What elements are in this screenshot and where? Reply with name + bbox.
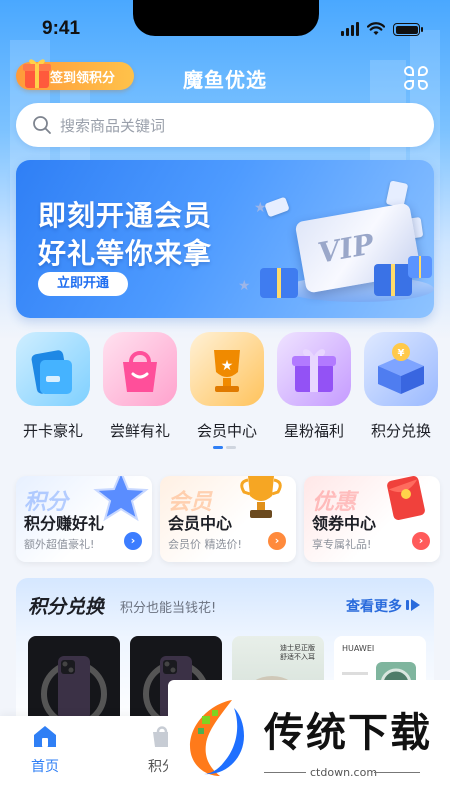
gift-box-icon (374, 264, 412, 296)
tab-home[interactable]: 首页 (5, 722, 85, 776)
red-envelope-icon (387, 476, 425, 520)
signin-label: 签到领积分 (50, 70, 116, 86)
trophy-icon (240, 476, 282, 518)
phone-product-image (41, 656, 107, 727)
promo-subtitle: 会员价 精选价! (168, 538, 242, 551)
star-icon: ★ (254, 200, 267, 216)
ctdown-logo-icon (190, 700, 244, 776)
gift-box-icon (260, 268, 298, 298)
section-subtitle: 积分也能当钱花! (120, 601, 217, 616)
star-icon: ★ (238, 278, 251, 294)
category-row: 开卡豪礼 尝鲜有礼 ★ 会员中心 星粉福利 ¥ 积分兑换 (0, 332, 450, 442)
svg-text:¥: ¥ (398, 348, 405, 359)
chevron-right-icon: › (268, 532, 286, 550)
search-icon (33, 116, 51, 134)
product-caption: 迪士尼正版 舒适不入耳 (280, 644, 315, 661)
watermark-brand: 传统下载 (264, 710, 432, 756)
category-label: 会员中心 (196, 422, 257, 440)
banner-headline: 即刻开通会员 (38, 199, 213, 232)
grid-flower-icon[interactable] (402, 64, 430, 92)
category-label: 星粉福利 (283, 422, 344, 440)
wifi-icon (367, 22, 385, 35)
floating-card-decoration (264, 196, 290, 218)
chevron-right-icon: › (412, 532, 430, 550)
promo-title: 会员中心 (168, 514, 233, 533)
category-label: 开卡豪礼 (22, 422, 83, 440)
coin-box-icon: ¥ (364, 332, 438, 406)
svg-text:★: ★ (221, 358, 234, 374)
promo-card-coupon-center[interactable]: 优惠 领券中心 享专属礼品! › (304, 476, 440, 562)
home-icon (34, 726, 56, 747)
chevron-right-icon: › (124, 532, 142, 550)
search-bar[interactable]: 搜索商品关键词 (16, 103, 434, 147)
vip-banner[interactable]: 即刻开通会员 好礼等你来拿 立即开通 ★ ★ VIP (16, 160, 434, 318)
shopping-bag-icon (103, 332, 177, 406)
trophy-icon: ★ (190, 332, 264, 406)
gift-box-icon (408, 256, 432, 278)
category-item-member-center[interactable]: ★ 会员中心 (186, 332, 268, 441)
promo-card-member-center[interactable]: 会员 会员中心 会员价 精选价! › (160, 476, 296, 562)
signin-points-button[interactable]: 签到领积分 (16, 59, 134, 90)
cellular-signal-icon (341, 22, 359, 36)
carousel-indicator (213, 446, 236, 449)
promo-subtitle: 额外超值豪礼! (24, 538, 95, 551)
status-bar: 9:41 (0, 0, 450, 56)
category-item-star-fan-welfare[interactable]: 星粉福利 (273, 332, 355, 441)
promo-card-points-gift[interactable]: 积分 积分赚好礼 额外超值豪礼! › (16, 476, 152, 562)
status-time: 9:41 (42, 18, 81, 39)
double-chevron-right-icon[interactable] (406, 598, 422, 612)
search-placeholder: 搜索商品关键词 (60, 116, 166, 135)
promo-title: 积分赚好礼 (24, 514, 105, 533)
category-item-trial-gift[interactable]: 尝鲜有礼 (99, 332, 181, 441)
section-title: 积分兑换 (28, 596, 105, 618)
banner-subheadline: 好礼等你来拿 (38, 237, 213, 270)
battery-icon (393, 23, 423, 36)
site-watermark: 传统下载 ctdown.com (168, 680, 450, 800)
watermark-url: ctdown.com (310, 766, 378, 779)
divider (264, 772, 306, 773)
view-more-link[interactable]: 查看更多 (346, 596, 402, 616)
category-label: 积分兑换 (370, 422, 431, 440)
promo-title: 领券中心 (312, 514, 377, 533)
status-icons (341, 22, 423, 36)
card-gift-icon (16, 332, 90, 406)
category-label: 尝鲜有礼 (109, 422, 170, 440)
divider (374, 772, 420, 773)
product-caption: HUAWEI (342, 644, 375, 653)
gift-icon (23, 59, 51, 88)
category-item-card-gift[interactable]: 开卡豪礼 (12, 332, 94, 441)
promo-subtitle: 享专属礼品! (312, 538, 372, 551)
open-membership-button[interactable]: 立即开通 (38, 272, 128, 296)
gift-box-icon (277, 332, 351, 406)
category-item-points-exchange[interactable]: ¥ 积分兑换 (360, 332, 442, 441)
tab-label: 首页 (31, 759, 59, 775)
product-card-phone[interactable] (28, 636, 120, 728)
camera-notch (133, 0, 319, 36)
